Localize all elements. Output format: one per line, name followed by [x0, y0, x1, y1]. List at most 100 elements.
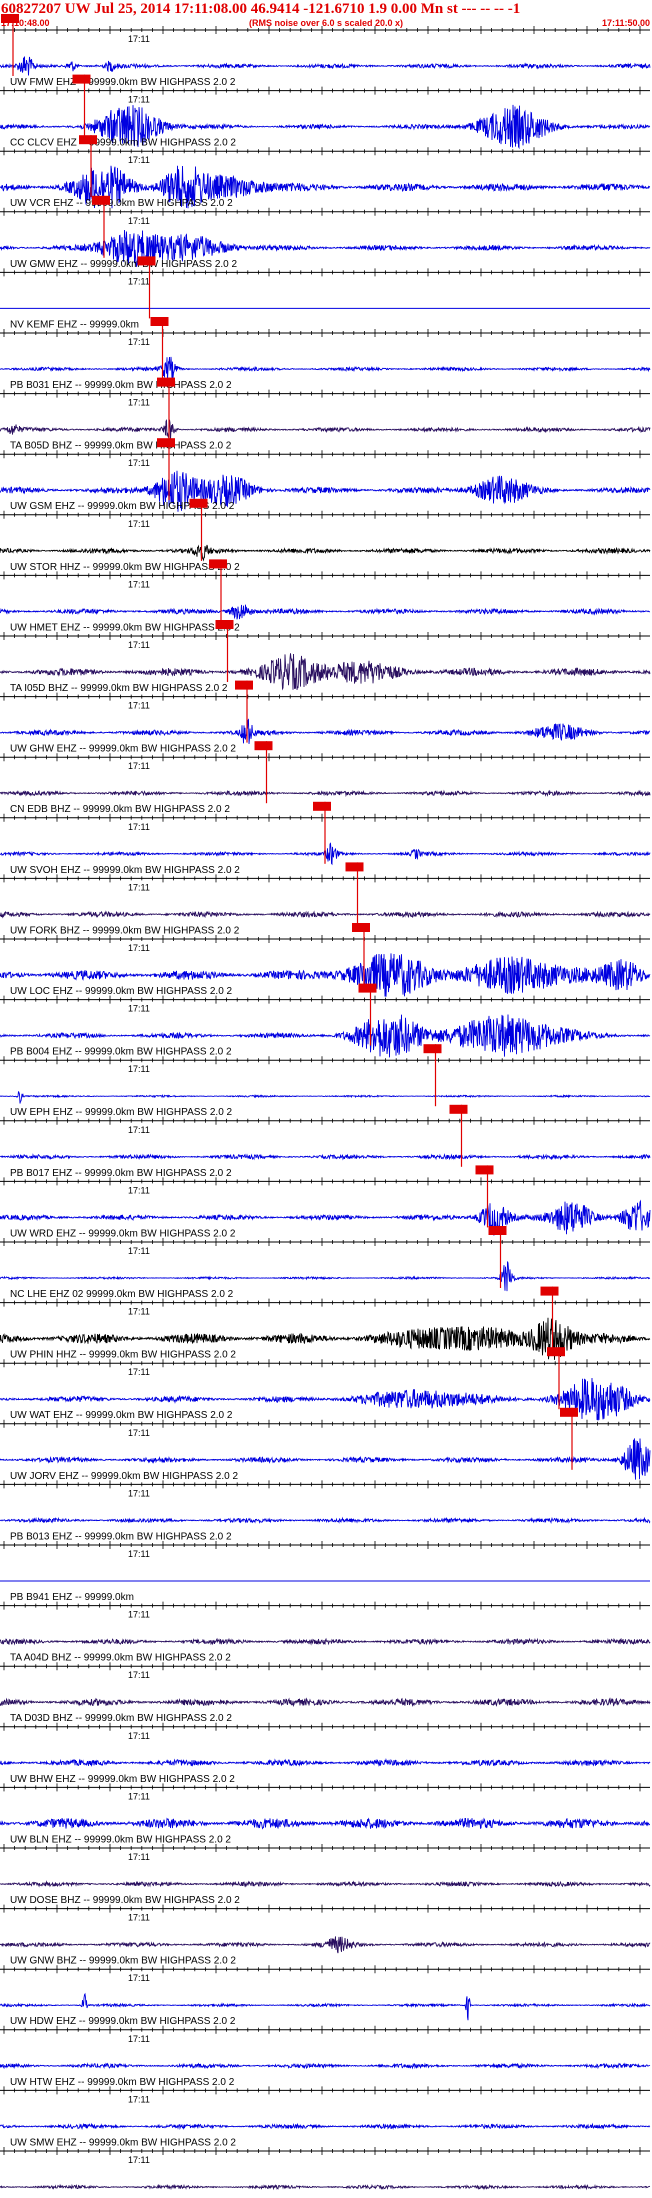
- tick-label: 17:11: [128, 1004, 150, 1014]
- trace-31: 17:11 UW GNW BHZ -- 99999.0km BW HIGHPASS…: [0, 1904, 651, 1967]
- waveform: [0, 604, 651, 620]
- pick-marker: [92, 195, 110, 205]
- waveform: [0, 1880, 651, 1888]
- station-label: UW VCR EHZ -- 99999.0km BW HIGHPASS 2.0 …: [10, 198, 233, 209]
- tick-label: 17:11: [128, 1064, 150, 1074]
- pick-marker: [358, 983, 377, 993]
- pick-marker: [157, 377, 175, 387]
- trace-30: 17:11 UW DOSE BHZ -- 99999.0km BW HIGHPAS…: [0, 1844, 651, 1906]
- pick-marker: [209, 559, 227, 569]
- waveform: [0, 2062, 651, 2070]
- waveform: [0, 1697, 651, 1708]
- trace-0: 17:11 UW FMW EHZ -- 99999.0km BW HIGHPASS…: [0, 14, 651, 88]
- waveform: [0, 1758, 651, 1767]
- station-label: TA D03D BHZ -- 99999.0km BW HIGHPASS 2.0…: [10, 1713, 232, 1724]
- waveform: [0, 1516, 651, 1524]
- pick-marker: [540, 1286, 559, 1296]
- waveform: [0, 2122, 651, 2130]
- station-label: CC CLCV EHZ -- 99999.0km BW HIGHPASS 2.0…: [10, 138, 236, 149]
- pick-marker: [189, 498, 208, 508]
- tick-label: 17:11: [128, 1610, 150, 1620]
- tick-label: 17:11: [128, 1428, 150, 1438]
- waveform: [0, 2183, 651, 2191]
- waveform: [0, 56, 651, 76]
- pick-marker: [150, 317, 169, 326]
- trace-33: 17:11 UW HTW EHZ -- 99999.0km BW HIGHPASS…: [0, 2025, 651, 2088]
- waveform: [0, 910, 651, 919]
- station-label: UW FORK BHZ -- 99999.0km BW HIGHPASS 2.0…: [10, 925, 240, 936]
- pick-marker: [449, 1104, 468, 1114]
- waveform: [0, 718, 651, 744]
- waveform: [0, 1817, 650, 1830]
- tick-label: 17:11: [128, 943, 150, 953]
- time-ticks: [3, 26, 641, 34]
- pick-marker: [157, 438, 175, 448]
- tick-label: 17:11: [128, 761, 150, 771]
- waveform: [0, 1153, 651, 1161]
- pick-marker: [72, 74, 91, 84]
- trace-25: 17:11 PB B941 EHZ -- 99999.0km: [0, 1541, 650, 1603]
- station-label: TA A04D BHZ -- 99999.0km BW HIGHPASS 2.0…: [10, 1653, 231, 1664]
- tick-label: 17:11: [128, 519, 150, 529]
- tick-label: 17:11: [128, 640, 150, 650]
- station-label: PB B013 EHZ -- 99999.0km BW HIGHPASS 2.0…: [10, 1531, 232, 1542]
- station-label: NV KEMF EHZ -- 99999.0km: [10, 319, 139, 330]
- tick-label: 17:11: [128, 34, 150, 44]
- pick-marker: [488, 1226, 507, 1235]
- tick-label: 17:11: [128, 2155, 150, 2165]
- station-label: UW HTW EHZ -- 99999.0km BW HIGHPASS 2.0 …: [10, 2077, 235, 2088]
- station-label: TA B05D BHZ -- 99999.0km BW HIGHPASS 2.0…: [10, 441, 232, 452]
- station-label: UW STOR HHZ -- 99999.0km BW HIGHPASS 2.0…: [10, 562, 240, 573]
- pick-marker: [313, 801, 331, 811]
- pick-marker: [137, 256, 156, 266]
- tick-label: 17:11: [128, 216, 150, 226]
- waveform: [0, 789, 651, 798]
- tick-label: 17:11: [128, 1973, 150, 1983]
- station-label: TA I05D BHZ -- 99999.0km BW HIGHPASS 2.0…: [10, 683, 228, 694]
- waveform: [0, 1637, 651, 1646]
- tick-label: 17:11: [128, 1185, 150, 1195]
- tick-label: 17:11: [128, 458, 150, 468]
- station-label: CN EDB BHZ -- 99999.0km BW HIGHPASS 2.0 …: [10, 804, 230, 815]
- station-label: UW EPH EHZ -- 99999.0km BW HIGHPASS 2.0 …: [10, 1107, 233, 1118]
- station-label: UW GHW EHZ -- 99999.0km BW HIGHPASS 2.0 …: [10, 744, 236, 755]
- pick-marker: [254, 741, 273, 751]
- trace-29: 17:11 UW BLN EHZ -- 99999.0km BW HIGHPASS…: [0, 1783, 650, 1845]
- station-label: UW HMET EHZ -- 99999.0km BW HIGHPASS 2.0…: [10, 622, 240, 633]
- tick-label: 17:11: [128, 1125, 150, 1135]
- seismogram-plot: 17:11 UW FMW EHZ -- 99999.0km BW HIGHPASS…: [0, 14, 651, 2191]
- trace-35: 17:11UW WISH BHZ -- 99999.0km BW HIGHPAS…: [0, 2147, 651, 2191]
- tick-label: 17:11: [128, 1791, 150, 1801]
- trace-26: 17:11 TA A04D BHZ -- 99999.0km BW HIGHPAS…: [0, 1601, 651, 1664]
- station-label: UW GMW EHZ -- 99999.0km BW HIGHPASS 2.0 …: [10, 259, 238, 270]
- station-label: UW GNW BHZ -- 99999.0km BW HIGHPASS 2.0 …: [10, 1956, 236, 1967]
- station-label: PB B031 EHZ -- 99999.0km BW HIGHPASS 2.0…: [10, 380, 232, 391]
- tick-label: 17:11: [128, 822, 150, 832]
- tick-label: 17:11: [128, 1367, 150, 1377]
- pick-marker: [423, 1044, 442, 1054]
- waveform: [0, 544, 651, 562]
- trace-34: 17:11 UW SMW EHZ -- 99999.0km BW HIGHPASS…: [0, 2086, 651, 2148]
- tick-label: 17:11: [128, 1731, 150, 1741]
- tick-label: 17:11: [128, 95, 150, 105]
- station-label: NC LHE EHZ 02 99999.0km BW HIGHPASS 2.0 …: [10, 1289, 234, 1300]
- station-label: UW SMW EHZ -- 99999.0km BW HIGHPASS 2.0 …: [10, 2137, 236, 2148]
- waveform: [0, 356, 651, 381]
- pick-marker: [547, 1347, 565, 1357]
- tick-label: 17:11: [128, 337, 150, 347]
- station-label: UW HDW EHZ -- 99999.0km BW HIGHPASS 2.0 …: [10, 2016, 236, 2027]
- waveform: [0, 1091, 651, 1104]
- pick-marker: [235, 680, 253, 690]
- station-label: UW WAT EHZ -- 99999.0km BW HIGHPASS 2.0 …: [10, 1410, 233, 1421]
- tick-label: 17:11: [128, 1488, 150, 1498]
- trace-24: 17:11 PB B013 EHZ -- 99999.0km BW HIGHPAS…: [0, 1480, 651, 1542]
- station-label: UW BLN EHZ -- 99999.0km BW HIGHPASS 2.0 …: [10, 1834, 231, 1845]
- pick-marker: [79, 135, 97, 145]
- tick-label: 17:11: [128, 1670, 150, 1680]
- pick-marker: [352, 923, 370, 932]
- station-label: UW LOC EHZ -- 99999.0km BW HIGHPASS 2.0 …: [10, 986, 233, 997]
- station-label: UW DOSE BHZ -- 99999.0km BW HIGHPASS 2.0…: [10, 1895, 240, 1906]
- pick-marker: [1, 14, 19, 23]
- tick-label: 17:11: [128, 1852, 150, 1862]
- pick-marker: [345, 862, 364, 872]
